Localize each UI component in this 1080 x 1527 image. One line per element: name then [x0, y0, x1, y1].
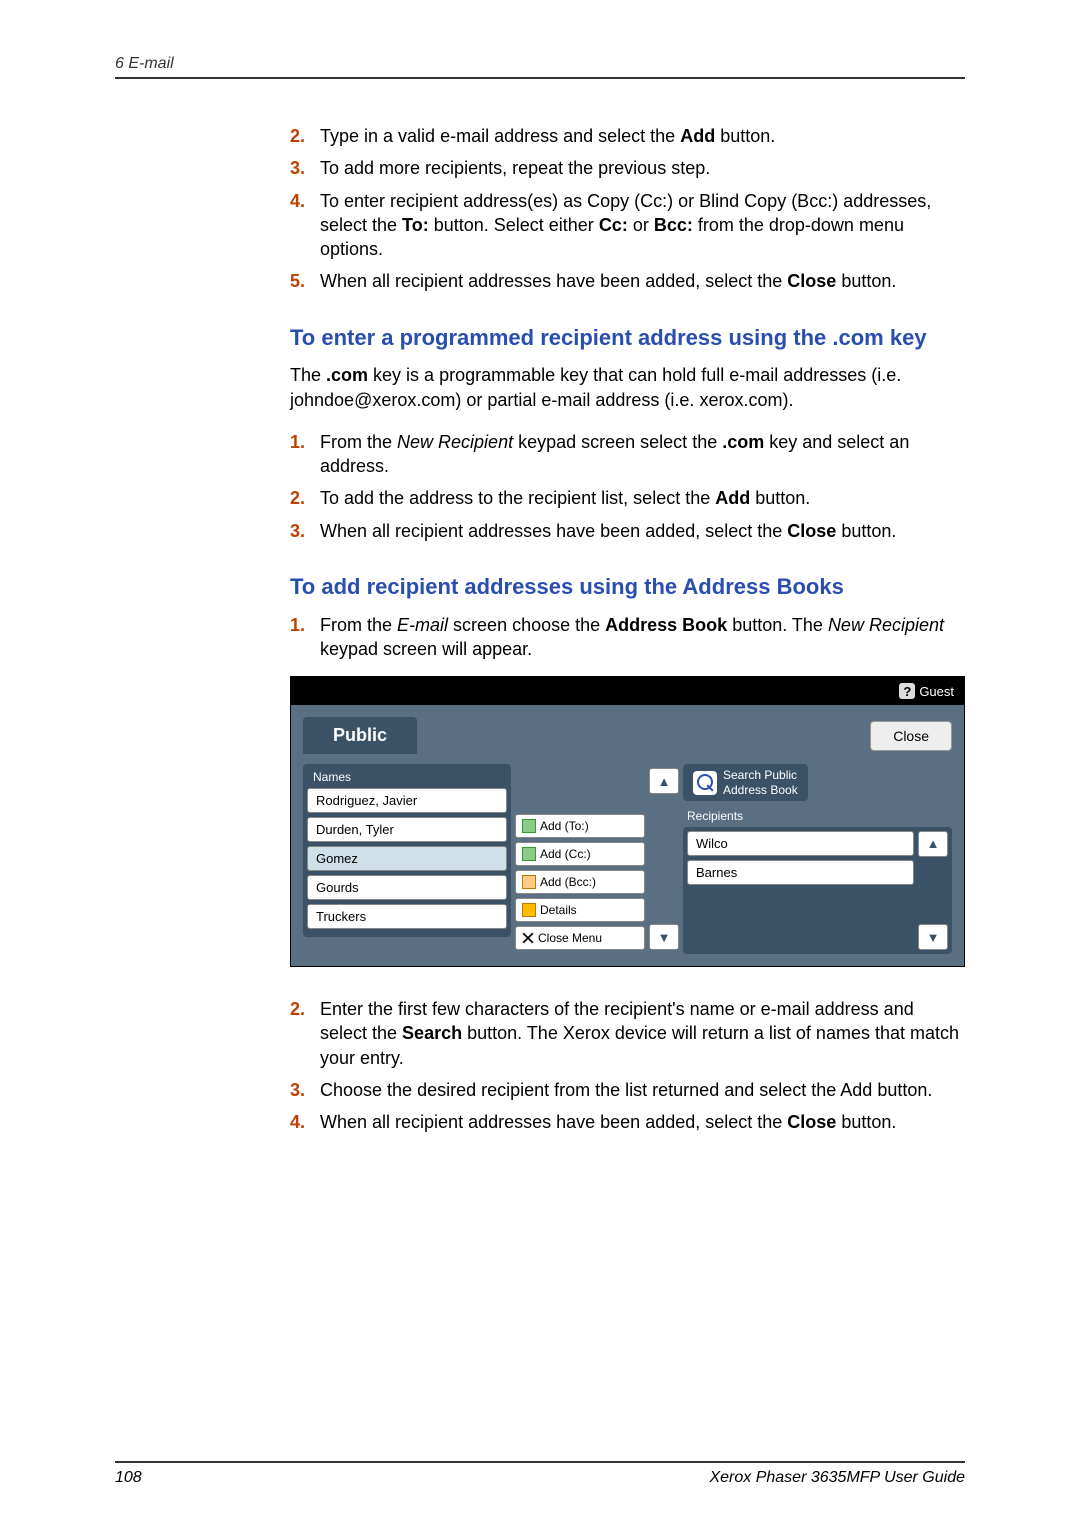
- steps-list-d: 2. Enter the first few characters of the…: [290, 997, 965, 1134]
- step-d3: 3. Choose the desired recipient from the…: [290, 1078, 965, 1102]
- steps-list-c: 1. From the E-mail screen choose the Add…: [290, 613, 965, 662]
- step-a4: 4. To enter recipient address(es) as Cop…: [290, 189, 965, 262]
- step-d4: 4. When all recipient addresses have bee…: [290, 1110, 965, 1134]
- scroll-up-button[interactable]: ▲: [649, 768, 679, 794]
- names-panel: Names Rodriguez, Javier Durden, Tyler Go…: [303, 764, 511, 937]
- context-menu: Add (To:) Add (Cc:) Add (Bcc:) Details C…: [515, 764, 645, 954]
- add-cc-button[interactable]: Add (Cc:): [515, 842, 645, 866]
- recipient-item[interactable]: Wilco: [687, 831, 914, 856]
- step-b3: 3. When all recipient addresses have bee…: [290, 519, 965, 543]
- heading-address-books: To add recipient addresses using the Add…: [290, 573, 965, 601]
- add-bcc-button[interactable]: Add (Bcc:): [515, 870, 645, 894]
- steps-list-a: 2. Type in a valid e-mail address and se…: [290, 124, 965, 294]
- add-to-button[interactable]: Add (To:): [515, 814, 645, 838]
- scroll-up-button[interactable]: ▲: [918, 831, 948, 857]
- help-icon[interactable]: ?: [899, 683, 915, 699]
- name-item[interactable]: Durden, Tyler: [307, 817, 507, 842]
- heading-com-key: To enter a programmed recipient address …: [290, 324, 965, 352]
- steps-list-b: 1. From the New Recipient keypad screen …: [290, 430, 965, 543]
- scroll-down-button[interactable]: ▼: [649, 924, 679, 950]
- step-a2: 2. Type in a valid e-mail address and se…: [290, 124, 965, 148]
- step-b2: 2. To add the address to the recipient l…: [290, 486, 965, 510]
- close-menu-button[interactable]: Close Menu: [515, 926, 645, 950]
- recipient-item[interactable]: Barnes: [687, 860, 914, 885]
- tab-public[interactable]: Public: [303, 717, 417, 754]
- doc-title: Xerox Phaser 3635MFP User Guide: [709, 1469, 965, 1487]
- page-header: 6 E-mail: [115, 55, 965, 79]
- add-icon: [522, 819, 536, 833]
- step-a3: 3. To add more recipients, repeat the pr…: [290, 156, 965, 180]
- step-c1: 1. From the E-mail screen choose the Add…: [290, 613, 965, 662]
- step-d2: 2. Enter the first few characters of the…: [290, 997, 965, 1070]
- add-icon: [522, 847, 536, 861]
- paragraph-com-key: The .com key is a programmable key that …: [290, 363, 965, 412]
- name-item[interactable]: Gomez: [307, 846, 507, 871]
- search-address-book-button[interactable]: Search Public Address Book: [683, 764, 808, 801]
- add-icon: [522, 875, 536, 889]
- recipients-panel: Wilco Barnes ▲ ▼: [683, 827, 952, 954]
- name-item[interactable]: Truckers: [307, 904, 507, 929]
- page-footer: 108 Xerox Phaser 3635MFP User Guide: [115, 1461, 965, 1487]
- close-icon: [522, 932, 534, 944]
- guest-indicator: ? Guest: [899, 683, 954, 699]
- step-b1: 1. From the New Recipient keypad screen …: [290, 430, 965, 479]
- details-icon: [522, 903, 536, 917]
- name-item[interactable]: Rodriguez, Javier: [307, 788, 507, 813]
- step-a5: 5. When all recipient addresses have bee…: [290, 269, 965, 293]
- scroll-down-button[interactable]: ▼: [918, 924, 948, 950]
- recipients-title: Recipients: [683, 807, 952, 827]
- address-book-screenshot: ? Guest Public Close Names Rodriguez, Ja…: [290, 676, 965, 967]
- search-icon: [693, 771, 717, 795]
- names-title: Names: [307, 768, 507, 788]
- name-item[interactable]: Gourds: [307, 875, 507, 900]
- names-scroll: ▲ ▼: [649, 764, 679, 954]
- page-number: 108: [115, 1469, 142, 1487]
- close-button[interactable]: Close: [870, 721, 952, 751]
- details-button[interactable]: Details: [515, 898, 645, 922]
- ss-titlebar: ? Guest: [291, 677, 964, 705]
